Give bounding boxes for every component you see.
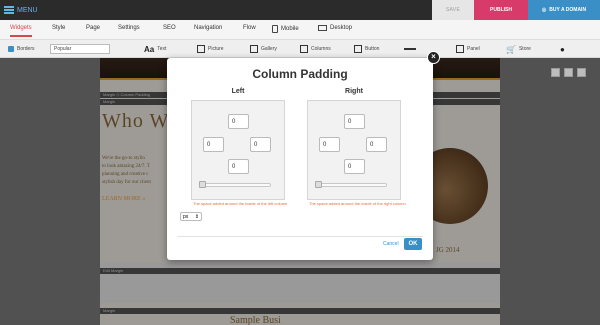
editor-tabs: Widgets Style Page Settings SEO Navigati… (0, 20, 600, 40)
widget-gallery[interactable]: Gallery (250, 44, 277, 54)
columns-icon (300, 45, 308, 53)
buy-domain-button[interactable]: ◎ BUY A DOMAIN (528, 0, 600, 20)
widget-text[interactable]: Aa Text (144, 44, 166, 54)
publish-button[interactable]: PUBLISH (474, 0, 528, 20)
left-top-padding-input[interactable]: 0 (228, 114, 249, 129)
globe-icon: ◎ (541, 7, 547, 13)
cart-icon: 🛒 (506, 44, 516, 54)
tab-mobile[interactable]: Mobile (272, 25, 299, 33)
tab-page[interactable]: Page (86, 25, 100, 31)
right-padding-slider[interactable] (315, 181, 387, 188)
widget-picture-label: Picture (208, 46, 224, 52)
left-column-title: Left (231, 88, 245, 95)
left-help-text: The space added around the inside of the… (193, 201, 288, 206)
menu-label: MENU (17, 6, 38, 14)
widget-text-label: Text (157, 46, 167, 52)
widget-panel[interactable]: Panel (456, 44, 480, 54)
left-bottom-padding-input[interactable]: 0 (228, 159, 249, 174)
right-top-padding-input[interactable]: 0 (344, 114, 365, 129)
left-right-padding-input[interactable]: 0 (250, 137, 271, 152)
widget-picture[interactable]: Picture (197, 44, 224, 54)
left-padding-slider[interactable] (199, 181, 271, 188)
chevron-updown-icon: ⇕ (194, 213, 199, 220)
dialog-divider (177, 236, 423, 237)
widget-filter[interactable]: Popular (50, 44, 110, 54)
tab-flow[interactable]: Flow (243, 25, 256, 31)
right-help-text: The space added around the inside of the… (309, 201, 406, 206)
right-left-padding-input[interactable]: 0 (319, 137, 340, 152)
desktop-icon (318, 25, 327, 31)
divider-icon (404, 48, 416, 50)
page-controls (551, 68, 586, 77)
left-left-padding-input[interactable]: 0 (203, 137, 224, 152)
widget-panel-label: Panel (467, 46, 480, 52)
widget-button[interactable]: Button (354, 44, 379, 54)
unit-select[interactable]: px ⇕ (180, 212, 202, 221)
unit-value: px (183, 213, 189, 220)
widget-gallery-label: Gallery (261, 46, 277, 52)
page-control-button[interactable] (577, 68, 586, 77)
widget-store[interactable]: 🛒 Store (506, 44, 531, 54)
borders-toggle[interactable]: Borders (8, 44, 35, 54)
widget-filter-select[interactable]: Popular (50, 44, 110, 54)
tab-desktop-label: Desktop (330, 25, 353, 31)
checkbox-icon (8, 46, 14, 52)
close-icon[interactable]: × (427, 51, 440, 64)
hamburger-icon (4, 6, 14, 14)
widget-columns[interactable]: Columns (300, 44, 331, 54)
page-control-button[interactable] (564, 68, 573, 77)
picture-icon (197, 45, 205, 53)
dialog-title: Column Padding (252, 67, 348, 81)
mobile-icon (272, 25, 278, 33)
tab-widgets[interactable]: Widgets (10, 25, 32, 37)
column-padding-dialog: Column Padding Left 0 0 0 0 The space ad… (167, 58, 433, 260)
widget-toolbar: Borders Popular Aa Text Picture Gallery … (0, 40, 600, 58)
cancel-button[interactable]: Cancel (383, 241, 399, 247)
left-padding-panel: 0 0 0 0 (191, 100, 285, 200)
menu-button[interactable]: MENU (4, 4, 38, 16)
map-pin-icon: ● (560, 44, 565, 54)
ok-button[interactable]: OK (404, 238, 422, 250)
page-control-button[interactable] (551, 68, 560, 77)
save-button[interactable]: SAVE (432, 0, 474, 20)
tab-mobile-label: Mobile (281, 26, 299, 32)
gallery-icon (250, 45, 258, 53)
widget-button-label: Button (365, 46, 380, 52)
tab-style[interactable]: Style (52, 25, 65, 31)
button-icon (354, 45, 362, 53)
tab-navigation[interactable]: Navigation (194, 25, 222, 31)
borders-label: Borders (17, 46, 35, 52)
widget-columns-label: Columns (311, 46, 331, 52)
right-bottom-padding-input[interactable]: 0 (344, 159, 365, 174)
slider-handle[interactable] (199, 181, 206, 188)
right-padding-panel: 0 0 0 0 (307, 100, 401, 200)
text-icon: Aa (144, 44, 155, 54)
panel-icon (456, 45, 464, 53)
right-column-title: Right (345, 88, 363, 95)
widget-map[interactable]: ● (560, 44, 565, 54)
widget-store-label: Store (518, 46, 531, 52)
top-bar: MENU SAVE PUBLISH ◎ BUY A DOMAIN (0, 0, 600, 20)
buy-domain-label: BUY A DOMAIN (549, 7, 587, 13)
tab-seo[interactable]: SEO (163, 25, 176, 31)
tab-desktop[interactable]: Desktop (318, 25, 352, 31)
widget-divider[interactable] (404, 44, 416, 54)
tab-settings[interactable]: Settings (118, 25, 140, 31)
slider-handle[interactable] (315, 181, 322, 188)
right-right-padding-input[interactable]: 0 (366, 137, 387, 152)
